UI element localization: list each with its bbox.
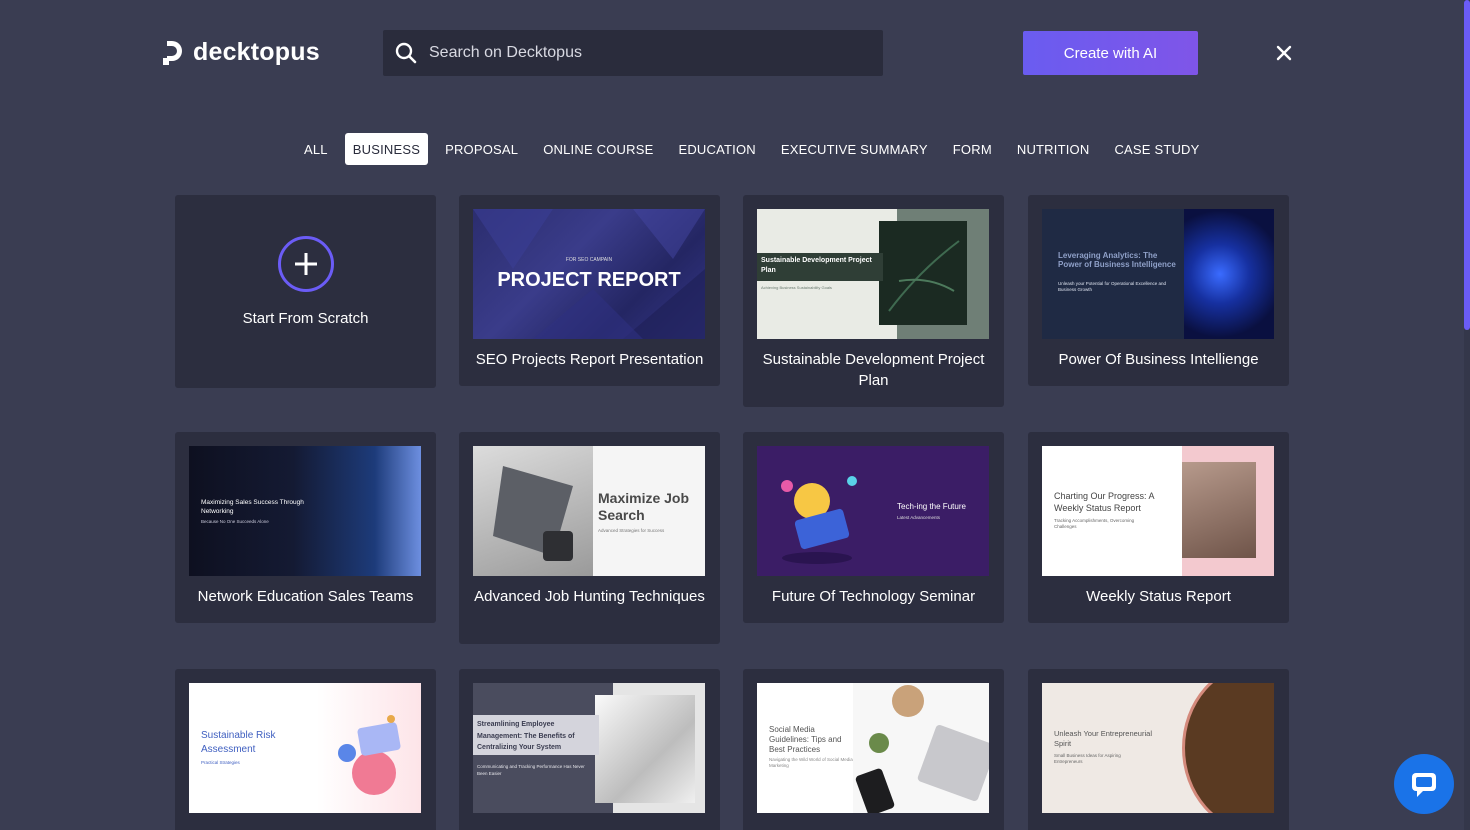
thumb-subtitle: Advanced Strategies for Success [598, 528, 665, 533]
create-with-ai-button[interactable]: Create with AI [1023, 31, 1198, 75]
template-thumbnail: Charting Our Progress: A Weekly Status R… [1042, 446, 1274, 576]
template-thumbnail: FOR SEO CAMPAIN PROJECT REPORT [473, 209, 705, 339]
thumb-title: Tech-ing the Future [897, 502, 966, 511]
thumb-title: Streamlining Employee Management: The Be… [477, 721, 575, 751]
search-icon [395, 42, 417, 64]
coffee-desk-image [1182, 683, 1274, 813]
template-card[interactable]: FOR SEO CAMPAIN PROJECT REPORT SEO Proje… [459, 195, 720, 386]
decktopus-logo-icon [163, 40, 182, 65]
thumb-subtitle: Small Business Ideas for Aspiring Entrep… [1054, 753, 1121, 764]
scrollbar-thumb[interactable] [1464, 0, 1470, 330]
network-image [1184, 209, 1274, 339]
template-card[interactable]: Maximizing Sales Success Through Network… [175, 432, 436, 623]
template-card[interactable]: Sustainable Development Project Plan Ach… [743, 195, 1004, 407]
thumb-title: Unleash Your Entrepreneurial Spirit [1054, 729, 1152, 748]
decktopus-logo[interactable]: decktopus [163, 38, 320, 67]
tab-executive-summary[interactable]: EXECUTIVE SUMMARY [773, 133, 936, 165]
tab-nutrition[interactable]: NUTRITION [1009, 133, 1098, 165]
thumb-subtitle: Unleash your Potential for Operational E… [1058, 281, 1167, 292]
search-bar[interactable] [383, 30, 883, 76]
thumb-subtitle: Navigating the Wild World of Social Medi… [769, 757, 853, 768]
template-thumbnail: Sustainable Development Project Plan Ach… [757, 209, 989, 339]
template-title: Power Of Business Intellienge [1058, 351, 1259, 368]
template-thumbnail: Tech-ing the Future Latest Advancements [757, 446, 989, 576]
template-card[interactable]: Leveraging Analytics: The Power of Busin… [1028, 195, 1289, 386]
thumb-subtitle: Communicating and Tracking Performance H… [477, 764, 585, 776]
thumb-title: PROJECT REPORT [497, 269, 681, 291]
chat-icon [1412, 773, 1436, 797]
thumb-subtitle: Achieving Business Sustainability Goals [761, 285, 832, 290]
scratch-label: Start From Scratch [242, 310, 369, 327]
thumb-title: Social Media Guidelines: Tips and Best P… [769, 725, 842, 754]
search-input[interactable] [429, 44, 869, 62]
thumb-subtitle: Tracking Accomplishments, Overcoming Cha… [1054, 518, 1135, 529]
template-thumbnail: Unleash Your Entrepreneurial Spirit Smal… [1042, 683, 1274, 813]
logo-text: decktopus [193, 38, 320, 66]
thumb-title: Leveraging Analytics: The Power of Busin… [1058, 251, 1176, 269]
thumb-title: Sustainable Development Project Plan [761, 257, 872, 274]
template-card[interactable]: Sustainable Risk Assessment Practical St… [175, 669, 436, 830]
template-thumbnail: Streamlining Employee Management: The Be… [473, 683, 705, 813]
template-card[interactable]: Tech-ing the Future Latest Advancements … [743, 432, 1004, 623]
thumb-subtitle: Practical Strategies [201, 760, 240, 765]
template-thumbnail: Leveraging Analytics: The Power of Busin… [1042, 209, 1274, 339]
close-icon[interactable] [1272, 41, 1296, 65]
template-card[interactable]: Unleash Your Entrepreneurial Spirit Smal… [1028, 669, 1289, 830]
start-from-scratch-card[interactable]: Start From Scratch [175, 195, 436, 388]
tab-education[interactable]: EDUCATION [670, 133, 763, 165]
thumb-title: Charting Our Progress: A Weekly Status R… [1054, 491, 1155, 513]
tech-illustration [781, 476, 857, 564]
template-title: Network Education Sales Teams [197, 588, 414, 605]
desk-items-image [853, 683, 989, 813]
template-card[interactable]: Maximize Job Search Advanced Strategies … [459, 432, 720, 644]
template-thumbnail: Social Media Guidelines: Tips and Best P… [757, 683, 989, 813]
leaf-image [879, 221, 967, 325]
template-thumbnail: Maximize Job Search Advanced Strategies … [473, 446, 705, 576]
template-thumbnail: Maximizing Sales Success Through Network… [189, 446, 421, 576]
chat-button[interactable] [1394, 754, 1454, 814]
template-title: Weekly Status Report [1086, 588, 1231, 605]
thumb-subtitle: Because No One Succeeds Alone [201, 519, 269, 524]
template-card[interactable]: Social Media Guidelines: Tips and Best P… [743, 669, 1004, 830]
thumb-title: Sustainable Risk Assessment [201, 730, 276, 755]
template-card[interactable]: Streamlining Employee Management: The Be… [459, 669, 720, 830]
tab-online-course[interactable]: ONLINE COURSE [535, 133, 661, 165]
category-tabs: ALL BUSINESS PROPOSAL ONLINE COURSE EDUC… [296, 133, 1217, 165]
template-title: Sustainable Development Project Plan [762, 351, 985, 389]
tab-form[interactable]: FORM [945, 133, 1000, 165]
tab-all[interactable]: ALL [296, 133, 336, 165]
plus-icon [278, 236, 334, 292]
thumb-subtitle: Latest Advancements [897, 515, 941, 520]
fabric-image [595, 695, 695, 803]
template-title: SEO Projects Report Presentation [475, 351, 704, 368]
tab-business[interactable]: BUSINESS [344, 133, 429, 165]
template-card[interactable]: Charting Our Progress: A Weekly Status R… [1028, 432, 1289, 623]
tab-case-study[interactable]: CASE STUDY [1106, 133, 1207, 165]
thumb-title: Maximize Job Search [598, 490, 690, 523]
laptop-image [473, 446, 593, 576]
desk-image [1182, 462, 1256, 558]
thumb-title: Maximizing Sales Success Through Network… [201, 499, 304, 515]
template-thumbnail: Sustainable Risk Assessment Practical St… [189, 683, 421, 813]
tab-proposal[interactable]: PROPOSAL [437, 133, 526, 165]
template-title: Future Of Technology Seminar [771, 588, 976, 605]
template-title: Advanced Job Hunting Techniques [474, 588, 705, 605]
risk-illustration [338, 715, 401, 795]
thumb-subtitle: FOR SEO CAMPAIN [565, 257, 613, 263]
